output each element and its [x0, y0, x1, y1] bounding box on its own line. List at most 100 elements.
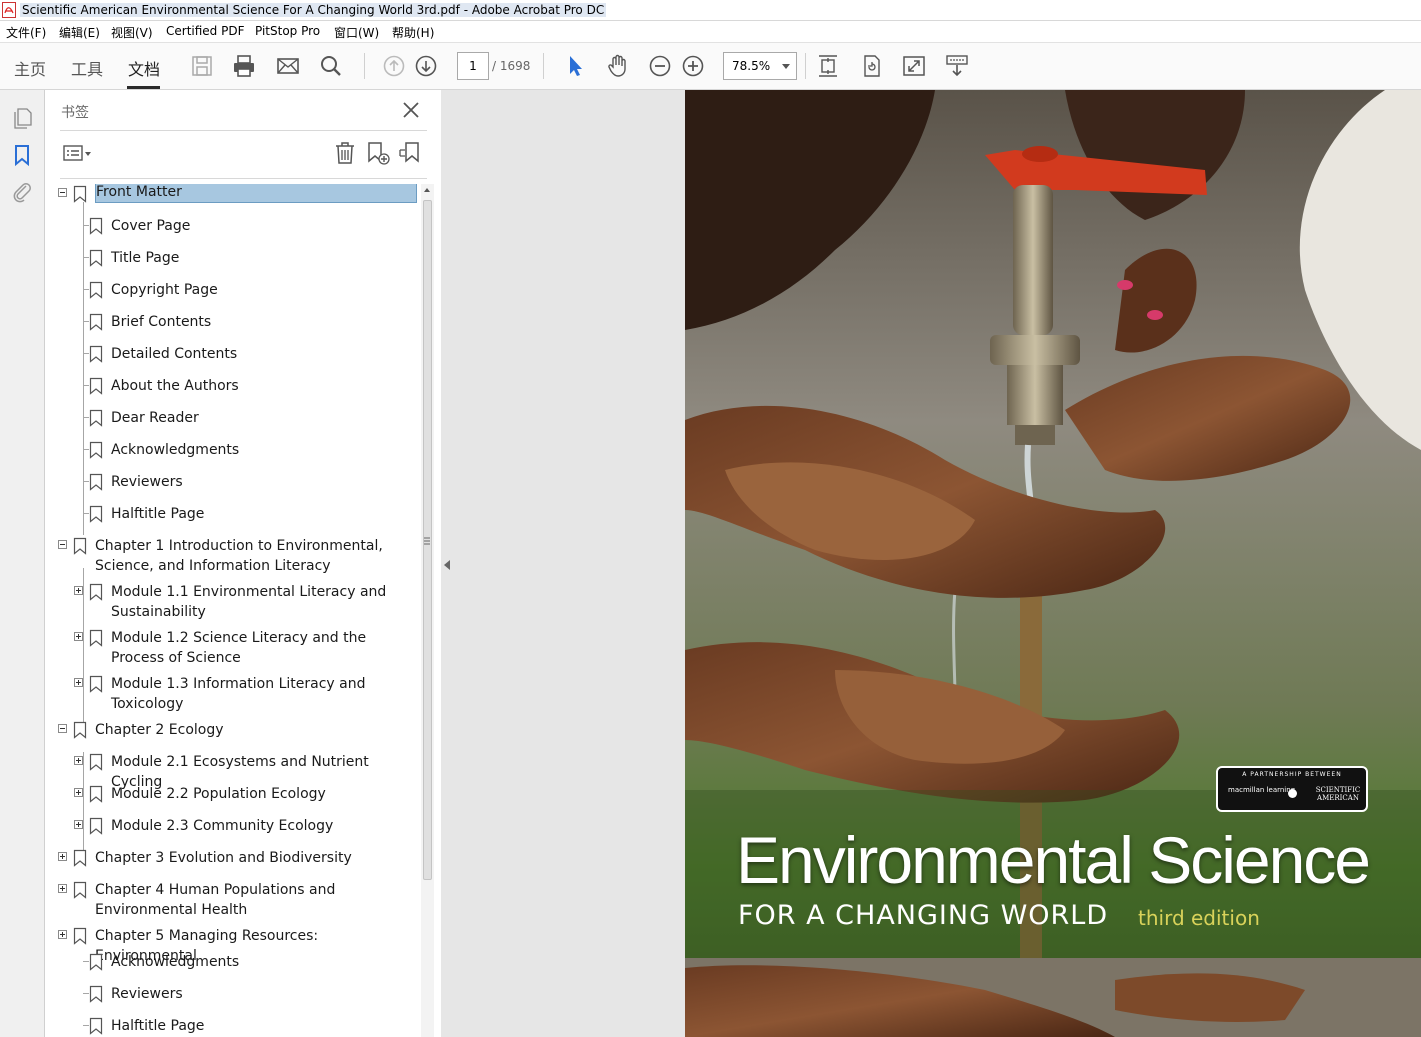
read-mode-icon[interactable]: [944, 53, 970, 79]
expand-icon[interactable]: [74, 632, 83, 641]
bookmark-icon: [89, 675, 103, 693]
separator-dot: [1288, 789, 1297, 798]
expand-icon[interactable]: [58, 852, 67, 861]
collapse-icon[interactable]: [58, 540, 67, 549]
search-icon[interactable]: [318, 53, 344, 79]
menu-edit[interactable]: 编辑(E): [59, 24, 100, 41]
window-titlebar: Scientific American Environmental Scienc…: [0, 0, 1421, 21]
bookmark-icon: [89, 473, 103, 491]
collapse-icon[interactable]: [58, 188, 67, 197]
page-total: / 1698: [492, 59, 531, 73]
scientific-american-logo: SCIENTIFIC AMERICAN: [1315, 786, 1361, 802]
expand-icon[interactable]: [74, 586, 83, 595]
collapse-icon[interactable]: [58, 724, 67, 733]
collapse-panel-icon[interactable]: [444, 560, 450, 570]
menu-pitstop-pro[interactable]: PitStop Pro: [255, 24, 320, 38]
next-page-icon[interactable]: [413, 53, 439, 79]
bookmark-label: Chapter 3 Evolution and Biodiversity: [95, 850, 352, 866]
tab-home[interactable]: 主页: [14, 56, 46, 80]
active-tab-indicator: [127, 86, 160, 89]
previous-page-icon[interactable]: [381, 53, 407, 79]
bookmark-icon: [89, 249, 103, 267]
bookmark-icon: [89, 281, 103, 299]
bookmark-label: Detailed Contents: [111, 346, 238, 362]
bookmark-label: Module 2.2 Population Ecology: [111, 786, 326, 802]
bookmark-icon: [89, 985, 103, 1003]
panel-splitter[interactable]: [441, 90, 685, 1037]
bookmark-label: Module 1.3 Information Literacy and Toxi…: [111, 676, 366, 712]
rotate-page-icon[interactable]: [859, 53, 885, 79]
expand-icon[interactable]: [58, 930, 67, 939]
bookmarks-panel: 书签 Front Matter Cover Page Title Page Copyr…: [45, 90, 442, 1037]
partnership-text: A PARTNERSHIP BETWEEN: [1242, 771, 1342, 778]
expand-icon[interactable]: [74, 788, 83, 797]
bookmark-icon: [73, 185, 87, 203]
tab-tools[interactable]: 工具: [71, 56, 103, 80]
scroll-up-arrow[interactable]: [424, 188, 430, 192]
attachment-icon[interactable]: [10, 179, 34, 203]
chevron-down-icon: [782, 64, 790, 69]
email-icon[interactable]: [275, 53, 301, 79]
fit-page-icon[interactable]: [815, 53, 841, 79]
delete-bookmark-icon[interactable]: [332, 140, 358, 166]
print-icon[interactable]: [231, 53, 257, 79]
bookmark-label: Module 1.2 Science Literacy and the Proc…: [111, 630, 367, 666]
bookmark-icon[interactable]: [10, 143, 34, 167]
bookmark-icon: [89, 953, 103, 971]
cover-edition: third edition: [1138, 906, 1260, 930]
bookmark-scrollbar[interactable]: [421, 184, 434, 1037]
bookmark-label: Front Matter: [95, 184, 417, 203]
zoom-out-icon[interactable]: [647, 53, 673, 79]
menu-file[interactable]: 文件(F): [6, 24, 46, 41]
divider: [60, 178, 427, 179]
page-number-input[interactable]: 1: [457, 52, 489, 80]
bookmark-icon: [89, 345, 103, 363]
full-screen-icon[interactable]: [901, 53, 927, 79]
bookmark-label: Module 1.1 Environmental Literacy and Su…: [111, 584, 387, 620]
tree-line: [83, 752, 84, 852]
bookmark-icon: [73, 721, 87, 739]
bookmark-icon: [89, 441, 103, 459]
page-thumbnails-icon[interactable]: [10, 106, 34, 130]
bookmark-label: Acknowledgments: [111, 442, 240, 458]
navigation-rail: [0, 90, 45, 1037]
menu-certified-pdf[interactable]: Certified PDF: [166, 24, 245, 38]
zoom-level-select[interactable]: 78.5%: [723, 52, 797, 80]
bookmark-tree: Front Matter Cover Page Title Page Copyrigh…: [45, 184, 420, 1037]
menu-window[interactable]: 窗口(W): [334, 24, 379, 41]
menu-help[interactable]: 帮助(H): [392, 24, 434, 41]
bookmark-from-structure-icon[interactable]: [398, 140, 424, 166]
bookmark-label: Chapter 4 Human Populations and Environm…: [95, 882, 336, 918]
bookmark-icon: [89, 409, 103, 427]
bookmark-icon: [89, 817, 103, 835]
bookmark-icon: [89, 753, 103, 771]
bookmark-label: Acknowledgments: [111, 954, 240, 970]
hand-tool-icon[interactable]: [605, 53, 631, 79]
zoom-in-icon[interactable]: [680, 53, 706, 79]
new-bookmark-icon[interactable]: [365, 140, 391, 166]
expand-icon[interactable]: [58, 884, 67, 893]
panel-title: 书签: [61, 105, 89, 121]
bookmark-icon: [89, 785, 103, 803]
close-icon[interactable]: [401, 100, 421, 120]
resize-grip-icon[interactable]: [423, 536, 431, 546]
bookmark-icon: [89, 629, 103, 647]
expand-icon[interactable]: [74, 820, 83, 829]
bookmark-icon: [73, 537, 87, 555]
menu-view[interactable]: 视图(V): [111, 24, 153, 41]
macmillan-logo: macmillan learning: [1228, 786, 1296, 794]
bookmark-icon: [73, 881, 87, 899]
toolbar-separator: [805, 53, 806, 79]
options-menu-icon[interactable]: [62, 140, 91, 166]
tab-document[interactable]: 文档: [128, 56, 160, 80]
expand-icon[interactable]: [74, 756, 83, 765]
bookmark-label: Chapter 2 Ecology: [95, 722, 224, 738]
save-icon[interactable]: [189, 53, 215, 79]
bookmark-icon: [73, 849, 87, 867]
select-tool-icon[interactable]: [562, 53, 588, 79]
bookmark-label: Halftitle Page: [111, 506, 205, 522]
expand-icon[interactable]: [74, 678, 83, 687]
toolbar-separator: [364, 53, 365, 79]
partnership-logo: A PARTNERSHIP BETWEEN macmillan learning…: [1216, 766, 1368, 812]
bookmark-label: Reviewers: [111, 986, 183, 1002]
